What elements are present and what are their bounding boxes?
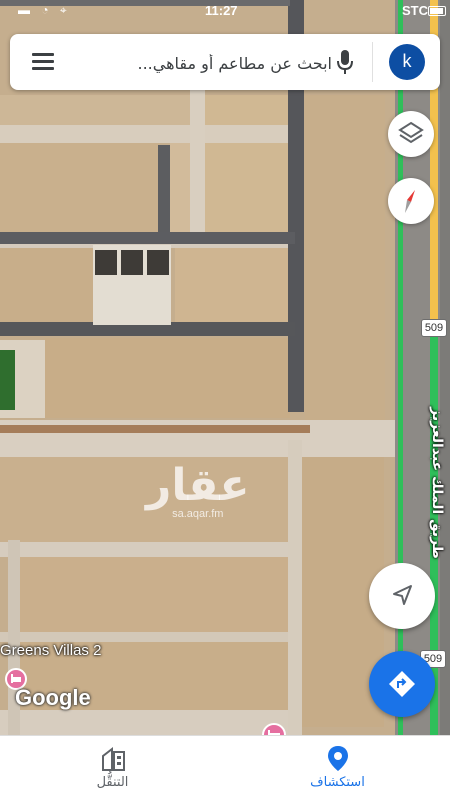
google-logo: Google bbox=[15, 685, 91, 710]
status-carrier: STC bbox=[402, 3, 428, 18]
commute-icon bbox=[102, 746, 125, 771]
tab-commute[interactable]: التنقُّل bbox=[0, 736, 225, 801]
search-input[interactable] bbox=[80, 46, 334, 80]
compass-icon bbox=[405, 190, 415, 213]
battery-icon bbox=[428, 6, 446, 16]
layers-icon bbox=[398, 121, 424, 144]
layers-button[interactable] bbox=[388, 111, 434, 157]
status-icons: ▬ ◔ ⌖ bbox=[18, 3, 71, 17]
directions-button[interactable] bbox=[369, 651, 435, 717]
road-shield: 509 bbox=[421, 319, 447, 337]
search-divider bbox=[372, 42, 373, 82]
tab-explore-label: استكشاف bbox=[310, 775, 365, 790]
aqar-watermark: عقار sa.aqar.fm bbox=[146, 460, 250, 521]
tab-commute-label: التنقُّل bbox=[96, 775, 129, 790]
compass-button[interactable] bbox=[388, 178, 434, 224]
account-avatar[interactable]: k bbox=[389, 44, 425, 80]
place-label[interactable]: Greens Villas 2 bbox=[0, 642, 101, 659]
my-location-button[interactable] bbox=[369, 563, 435, 629]
place-pin-icon bbox=[328, 746, 348, 771]
tab-explore[interactable]: استكشاف bbox=[225, 736, 450, 801]
status-bar: ▬ ◔ ⌖ 11:27 STC bbox=[0, 0, 450, 22]
mic-icon[interactable] bbox=[333, 48, 357, 76]
hotel-pin-icon[interactable] bbox=[262, 723, 286, 735]
directions-icon bbox=[389, 671, 415, 697]
road-name-label: طريق الملك عبدالعزيز bbox=[429, 407, 445, 559]
menu-button[interactable] bbox=[30, 50, 56, 74]
search-bar[interactable]: k bbox=[10, 34, 440, 90]
status-time: 11:27 bbox=[205, 3, 238, 18]
my-location-icon bbox=[393, 585, 412, 605]
watermark-brand: عقار bbox=[146, 460, 250, 511]
bottom-tab-bar: استكشاف التنقُّل bbox=[0, 735, 450, 801]
